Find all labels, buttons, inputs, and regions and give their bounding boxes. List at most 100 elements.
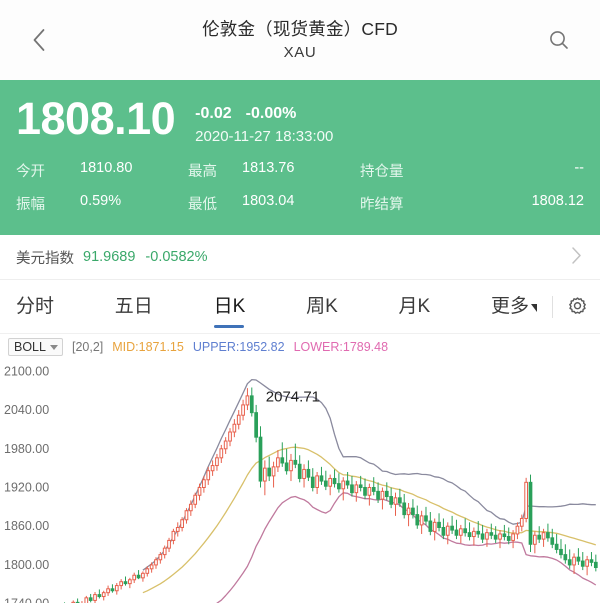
candle-body [223,440,228,450]
candle-body [258,436,263,482]
candle-body [489,532,494,536]
candle-body [506,536,511,541]
candle-body [175,527,180,532]
candle-body [511,533,515,541]
instrument-name: 伦敦金（现货黄金）CFD [202,19,398,40]
candle-body [141,572,145,579]
tab-more[interactable]: 更多 [489,285,539,328]
candle-body [419,515,424,526]
peak-annotation: 2074.71 [266,389,320,406]
chevron-right-icon [571,246,582,269]
chevron-right-glyph [572,246,581,264]
candle-body [493,534,498,540]
candle-body [363,487,367,496]
tab-intraday[interactable]: 分时 [14,285,56,328]
candle-body [332,477,337,485]
candle-body [541,532,546,540]
candle-body [498,533,502,540]
quote-timestamp: 2020-11-27 18:33:00 [195,127,334,145]
candle-body [106,588,110,594]
stat-value-open: 1810.80 [80,160,133,177]
stat-label-amplitude: 振幅 [16,197,45,214]
tab-daily-k-label: 日K [213,296,246,317]
candle-body [128,579,132,585]
candle-body [280,457,285,464]
indicator-params: [20,2] [71,340,104,354]
candlestick-chart[interactable]: 2100.00 2040.00 1980.00 1920.00 1860.00 1800.… [0,360,600,603]
stat-value-amplitude: 0.59% [80,193,122,210]
candle-body [398,497,402,504]
stat-value-low: 1803.04 [242,193,295,210]
stat-label-prevsettle: 昨结算 [360,197,404,214]
indicator-selector[interactable]: BOLL [8,338,63,356]
period-tab-bar: 分时 五日 日K 周K 月K 更多 [0,280,600,334]
candle-body [354,484,359,494]
stat-value-openint: -- [574,160,584,177]
candle-body [145,568,150,574]
candle-body [236,414,241,425]
candle-body [154,559,158,566]
candle-body [441,527,446,536]
tab-weekly-k-label: 周K [306,296,338,317]
candle-body [337,483,341,490]
candle-body [219,448,224,459]
candle-series [64,387,598,603]
candle-body [580,560,585,567]
candle-body [589,559,594,563]
quote-statistics-grid: 今开 1810.80 最高 1813.76 持仓量 -- 振幅 0.59% 最低… [16,160,584,214]
candle-body [576,556,581,562]
indicator-legend: BOLL [20,2] MID:1871.15 UPPER:1952.82 LO… [0,334,600,360]
stat-label-openint: 持仓量 [360,164,404,181]
candle-body [136,574,141,579]
indicator-name: BOLL [14,340,46,354]
candle-body [572,556,576,566]
candle-body [458,528,463,536]
tab-intraday-label: 分时 [16,296,55,317]
last-price: 1808.10 [16,93,176,144]
y-axis-labels: 2100.00 2040.00 1980.00 1920.00 1860.00 1800.… [4,364,49,603]
candle-body [476,530,481,535]
chart-canvas: 2100.00 2040.00 1980.00 1920.00 1860.00 1800.… [4,364,598,603]
candle-body [502,533,507,538]
boll-mid-value: MID:1871.15 [112,340,184,354]
candle-body [158,554,163,561]
candle-body [93,594,97,601]
candle-body [171,530,176,541]
tab-monthly-k[interactable]: 月K [397,285,433,328]
back-button[interactable] [22,23,56,57]
candle-body [367,487,372,496]
search-button[interactable] [542,23,576,57]
candle-body [376,490,380,500]
candle-body [554,543,559,550]
tab-five-day[interactable]: 五日 [113,285,155,328]
tab-five-day-label: 五日 [114,296,153,317]
stat-label-high: 最高 [188,164,217,181]
caret-down-icon [531,304,538,312]
tab-daily-k[interactable]: 日K [212,285,248,328]
y-axis-tick: 2040.00 [4,403,49,417]
chart-settings-button[interactable] [564,294,590,320]
instrument-symbol: XAU [283,43,317,61]
candle-body [358,484,363,488]
tab-weekly-k[interactable]: 周K [304,285,340,328]
candle-body [202,479,206,488]
candle-body [393,497,398,505]
candle-body [480,533,485,540]
candle-body [249,395,254,414]
candle-body [271,466,276,477]
candle-body [389,496,393,505]
candle-body [428,520,433,532]
stat-value-high: 1813.76 [242,160,295,177]
candle-body [193,494,198,505]
candle-body [167,539,171,549]
usd-index-bar[interactable]: 美元指数 91.9689 -0.0582% [0,235,600,280]
candle-body [197,487,202,496]
y-axis-tick: 1860.00 [4,519,49,533]
candle-body [206,470,211,481]
candle-body [276,457,280,468]
peak-price-label: 2074.71 [266,389,320,406]
candle-body [384,490,389,498]
candle-body [350,484,354,494]
stat-label-open: 今开 [16,164,45,181]
candle-body [306,468,311,478]
